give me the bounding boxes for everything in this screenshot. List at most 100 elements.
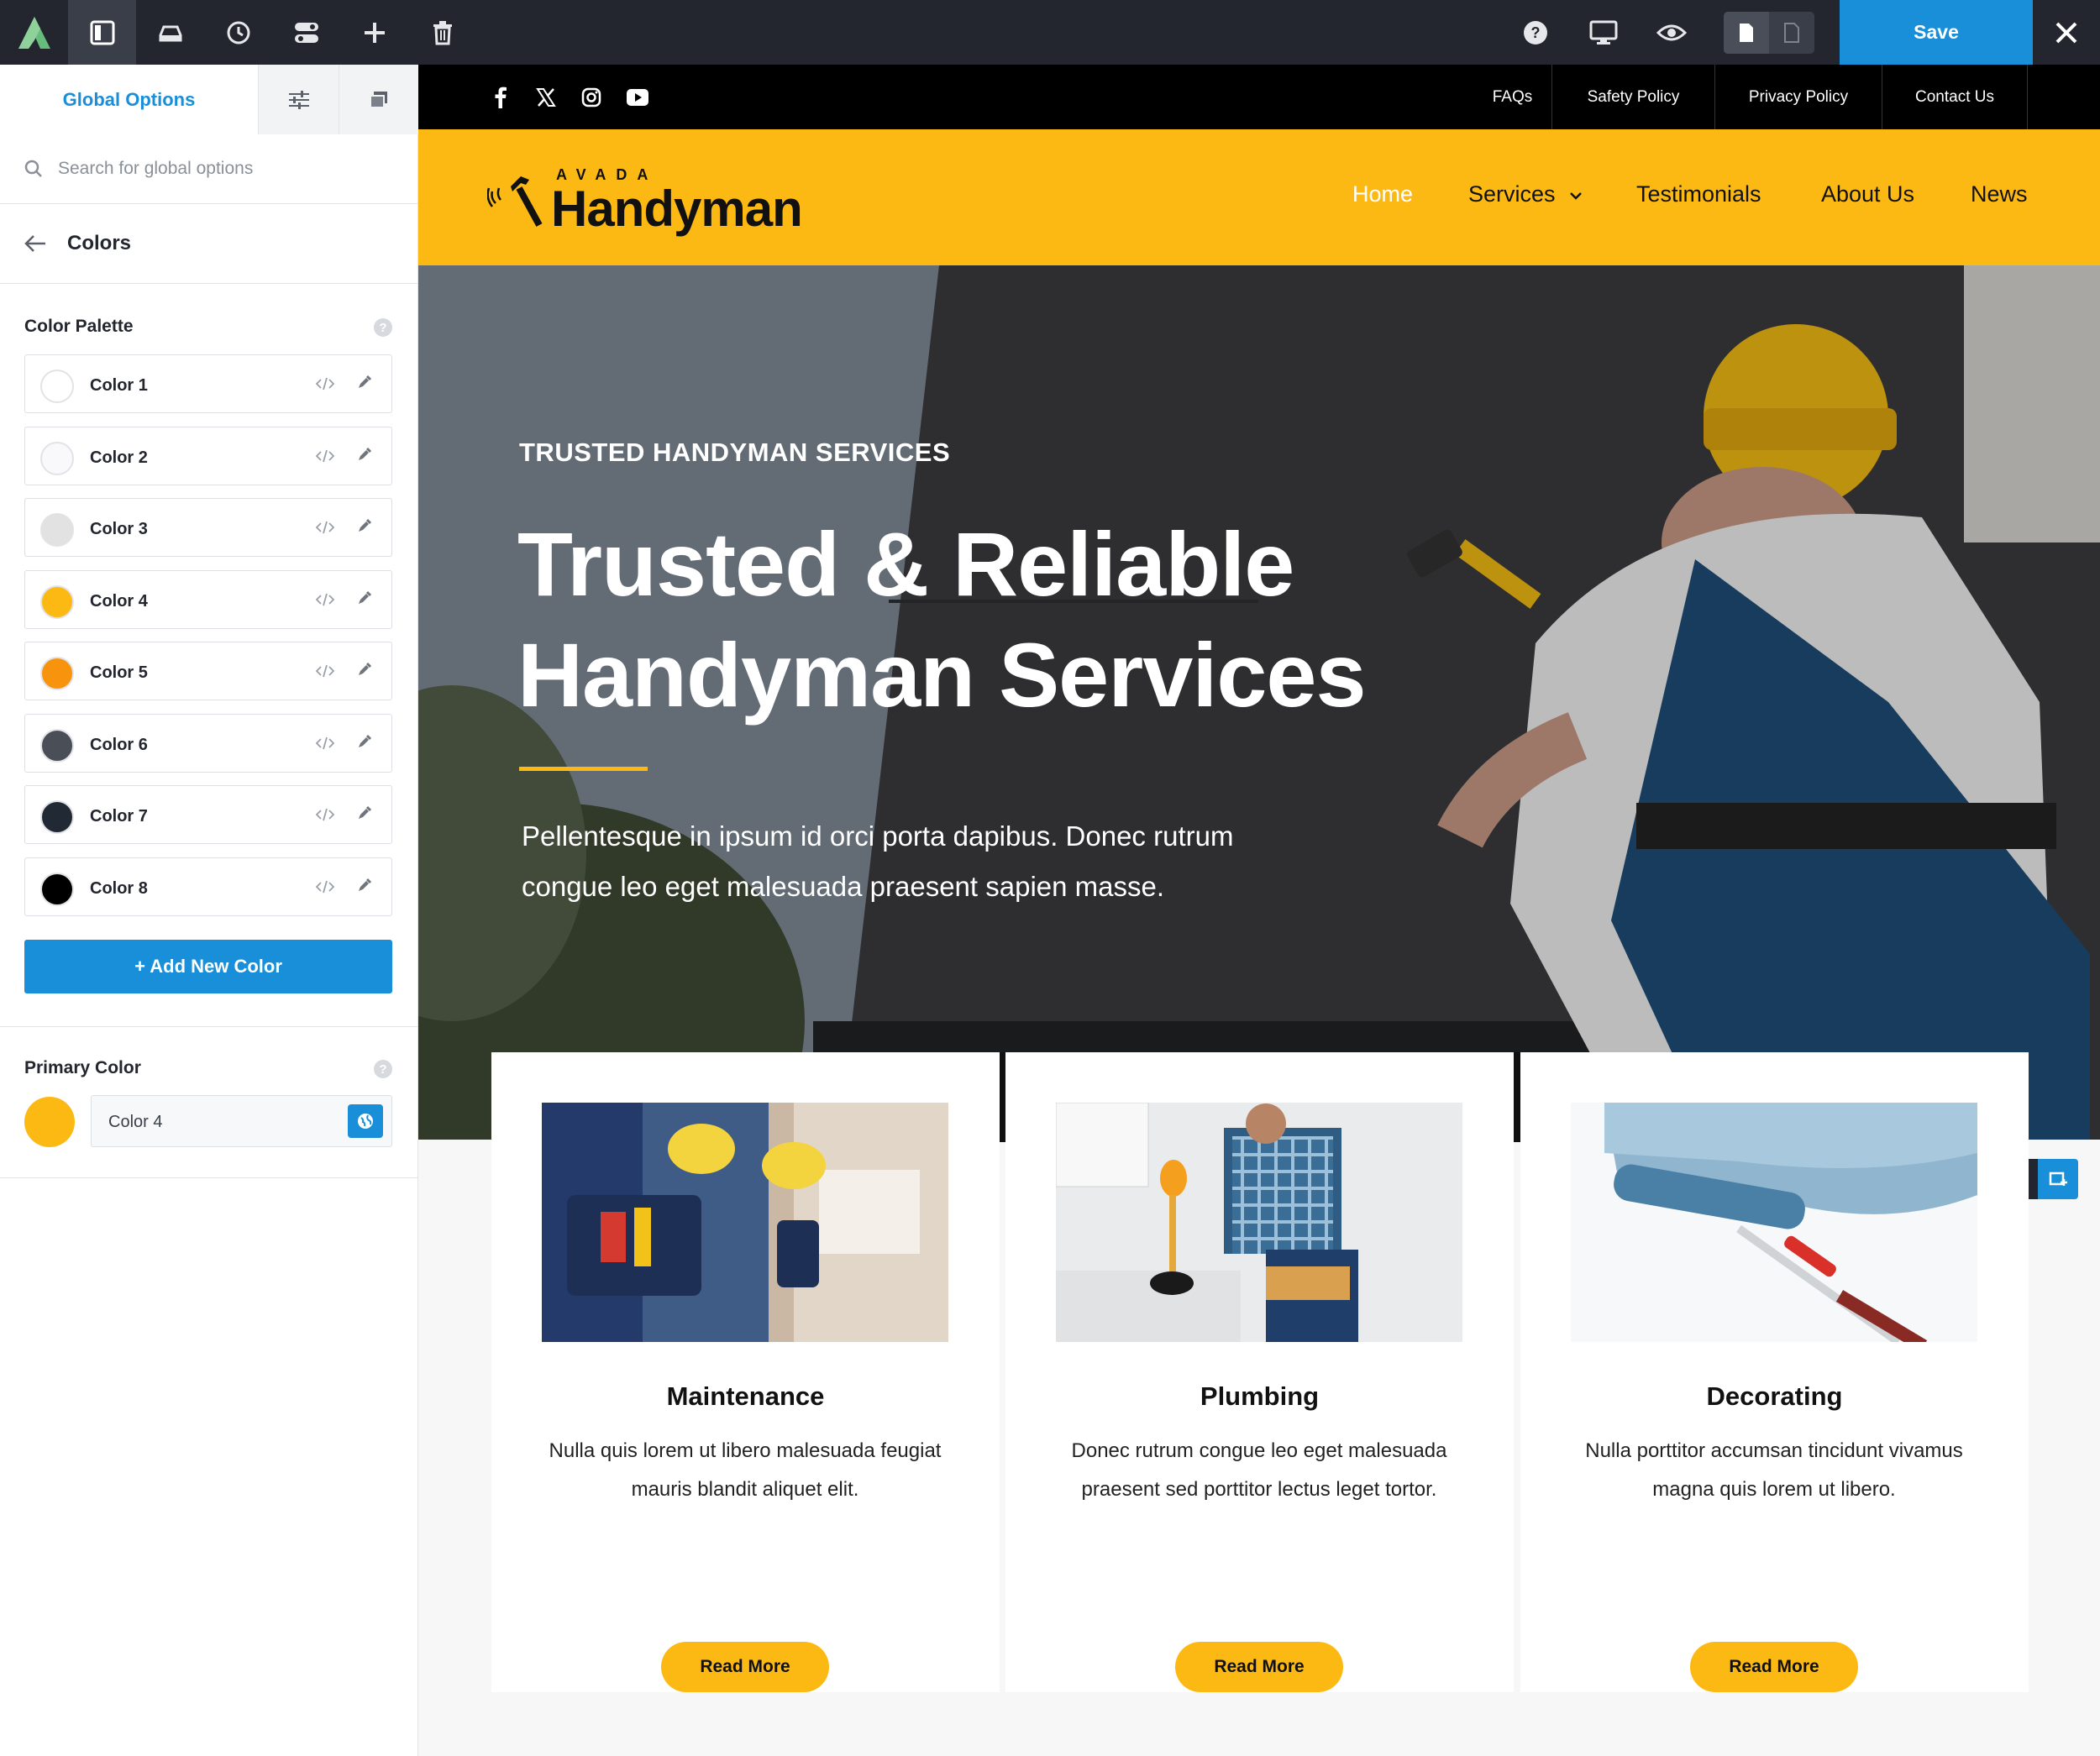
color-row[interactable]: Color 6	[24, 713, 392, 773]
save-button[interactable]: Save	[1840, 0, 2033, 65]
code-icon[interactable]	[316, 663, 334, 679]
library-icon[interactable]	[136, 0, 204, 65]
preview-eye-icon[interactable]	[1637, 0, 1705, 65]
color-row[interactable]: Color 2	[24, 426, 392, 485]
color-palette-label: Color Palette	[24, 317, 134, 336]
color-name: Color 2	[90, 448, 148, 467]
code-icon[interactable]	[316, 807, 334, 822]
trash-icon[interactable]	[408, 0, 476, 65]
eyedropper-icon[interactable]	[357, 447, 372, 462]
youtube-icon[interactable]	[626, 86, 649, 109]
read-more-button[interactable]: Read More	[661, 1642, 829, 1692]
nav-home[interactable]: Home	[1352, 181, 1413, 207]
card-title: Maintenance	[666, 1381, 825, 1411]
color-swatch[interactable]	[40, 800, 74, 834]
avada-logo-icon[interactable]	[0, 0, 68, 65]
color-row[interactable]: Color 4	[24, 569, 392, 629]
page-mode-toggle[interactable]	[1724, 12, 1814, 54]
color-row[interactable]: Color 1	[24, 354, 392, 413]
code-icon[interactable]	[316, 448, 334, 464]
read-more-button[interactable]: Read More	[1175, 1642, 1343, 1692]
code-icon[interactable]	[316, 376, 334, 391]
add-container-icon[interactable]	[2038, 1159, 2078, 1199]
color-name: Color 7	[90, 807, 148, 826]
svg-text:?: ?	[1530, 24, 1540, 41]
x-twitter-icon[interactable]	[534, 86, 558, 109]
color-swatch[interactable]	[40, 441, 74, 475]
nav-news[interactable]: News	[1971, 181, 2028, 207]
eyedropper-icon[interactable]	[357, 662, 372, 677]
eyedropper-icon[interactable]	[357, 375, 372, 390]
color-name: Color 4	[90, 591, 148, 611]
panel-tabs: Global Options	[0, 65, 418, 134]
primary-color-swatch[interactable]	[24, 1097, 75, 1147]
search-input[interactable]	[58, 159, 377, 179]
toplink-safety-policy[interactable]: Safety Policy	[1551, 65, 1714, 129]
color-swatch[interactable]	[40, 513, 74, 547]
history-icon[interactable]	[204, 0, 272, 65]
code-icon[interactable]	[316, 592, 334, 607]
toplink-faqs[interactable]: FAQs	[1473, 65, 1551, 129]
nav-testimonials[interactable]: Testimonials	[1636, 181, 1761, 207]
toplink-privacy-policy[interactable]: Privacy Policy	[1714, 65, 1882, 129]
chevron-down-icon[interactable]	[1569, 191, 1583, 200]
sliders-icon[interactable]	[258, 65, 339, 134]
color-swatch[interactable]	[40, 728, 74, 763]
site-preview: FAQs Safety Policy Privacy Policy Contac…	[418, 65, 2100, 1756]
section-title: Colors	[67, 232, 132, 254]
settings-toggle-icon[interactable]	[272, 0, 340, 65]
color-row[interactable]: Color 3	[24, 498, 392, 557]
document-outline-icon[interactable]	[1769, 12, 1814, 54]
code-icon[interactable]	[316, 520, 334, 535]
eyedropper-icon[interactable]	[357, 590, 372, 605]
builder-toolbar: ? Save	[0, 0, 2100, 65]
breadcrumb: Colors	[0, 204, 418, 284]
add-new-color-button[interactable]: + Add New Color	[24, 940, 392, 993]
help-icon[interactable]: ?	[374, 1060, 392, 1078]
top-bar: FAQs Safety Policy Privacy Policy Contac…	[418, 65, 2100, 129]
layers-icon[interactable]	[339, 65, 418, 134]
nav-services[interactable]: Services	[1468, 181, 1556, 207]
toplink-contact-us[interactable]: Contact Us	[1882, 65, 2028, 129]
color-row[interactable]: Color 5	[24, 642, 392, 700]
color-name: Color 3	[90, 520, 148, 538]
code-icon[interactable]	[316, 736, 334, 751]
color-row[interactable]: Color 8	[24, 857, 392, 916]
color-swatch[interactable]	[40, 370, 74, 403]
sidebar-toggle-icon[interactable]	[68, 0, 136, 65]
color-row[interactable]: Color 7	[24, 785, 392, 844]
instagram-icon[interactable]	[580, 86, 603, 109]
color-name: Color 6	[90, 735, 148, 754]
primary-color-label: Primary Color	[24, 1058, 141, 1077]
help-icon[interactable]: ?	[374, 318, 392, 337]
primary-color-field[interactable]: Color 4	[91, 1095, 392, 1147]
add-element-icon[interactable]	[340, 0, 408, 65]
close-icon[interactable]	[2033, 0, 2100, 65]
help-icon[interactable]: ?	[1501, 0, 1569, 65]
read-more-button[interactable]: Read More	[1690, 1642, 1858, 1692]
primary-color-value: Color 4	[108, 1113, 163, 1131]
hero-kicker: TRUSTED HANDYMAN SERVICES	[519, 438, 951, 467]
maintenance-image	[542, 1103, 948, 1342]
nav-about-us[interactable]: About Us	[1821, 181, 1914, 207]
document-icon[interactable]	[1724, 12, 1769, 54]
color-swatch[interactable]	[40, 584, 74, 619]
service-card-plumbing: Plumbing Donec rutrum congue leo eget ma…	[1005, 1052, 1514, 1692]
back-arrow-icon[interactable]	[24, 234, 47, 253]
color-swatch[interactable]	[40, 872, 74, 906]
card-text: Nulla porttitor accumsan tincidunt vivam…	[1585, 1439, 1963, 1501]
eyedropper-icon[interactable]	[357, 734, 372, 749]
global-options-panel: Global Options Colors Color Palette ? Co…	[0, 65, 418, 1756]
tab-global-options[interactable]: Global Options	[0, 65, 258, 134]
eyedropper-icon[interactable]	[357, 805, 372, 820]
desktop-preview-icon[interactable]	[1569, 0, 1637, 65]
eyedropper-icon[interactable]	[357, 878, 372, 893]
facebook-icon[interactable]	[489, 86, 512, 109]
color-swatch[interactable]	[40, 657, 74, 690]
code-icon[interactable]	[316, 879, 334, 894]
divider	[0, 1026, 418, 1027]
service-card-maintenance: Maintenance Nulla quis lorem ut libero m…	[491, 1052, 1000, 1692]
eyedropper-icon[interactable]	[357, 518, 372, 533]
globe-icon[interactable]	[348, 1104, 383, 1138]
logo-text[interactable]: Handyman	[551, 180, 803, 238]
